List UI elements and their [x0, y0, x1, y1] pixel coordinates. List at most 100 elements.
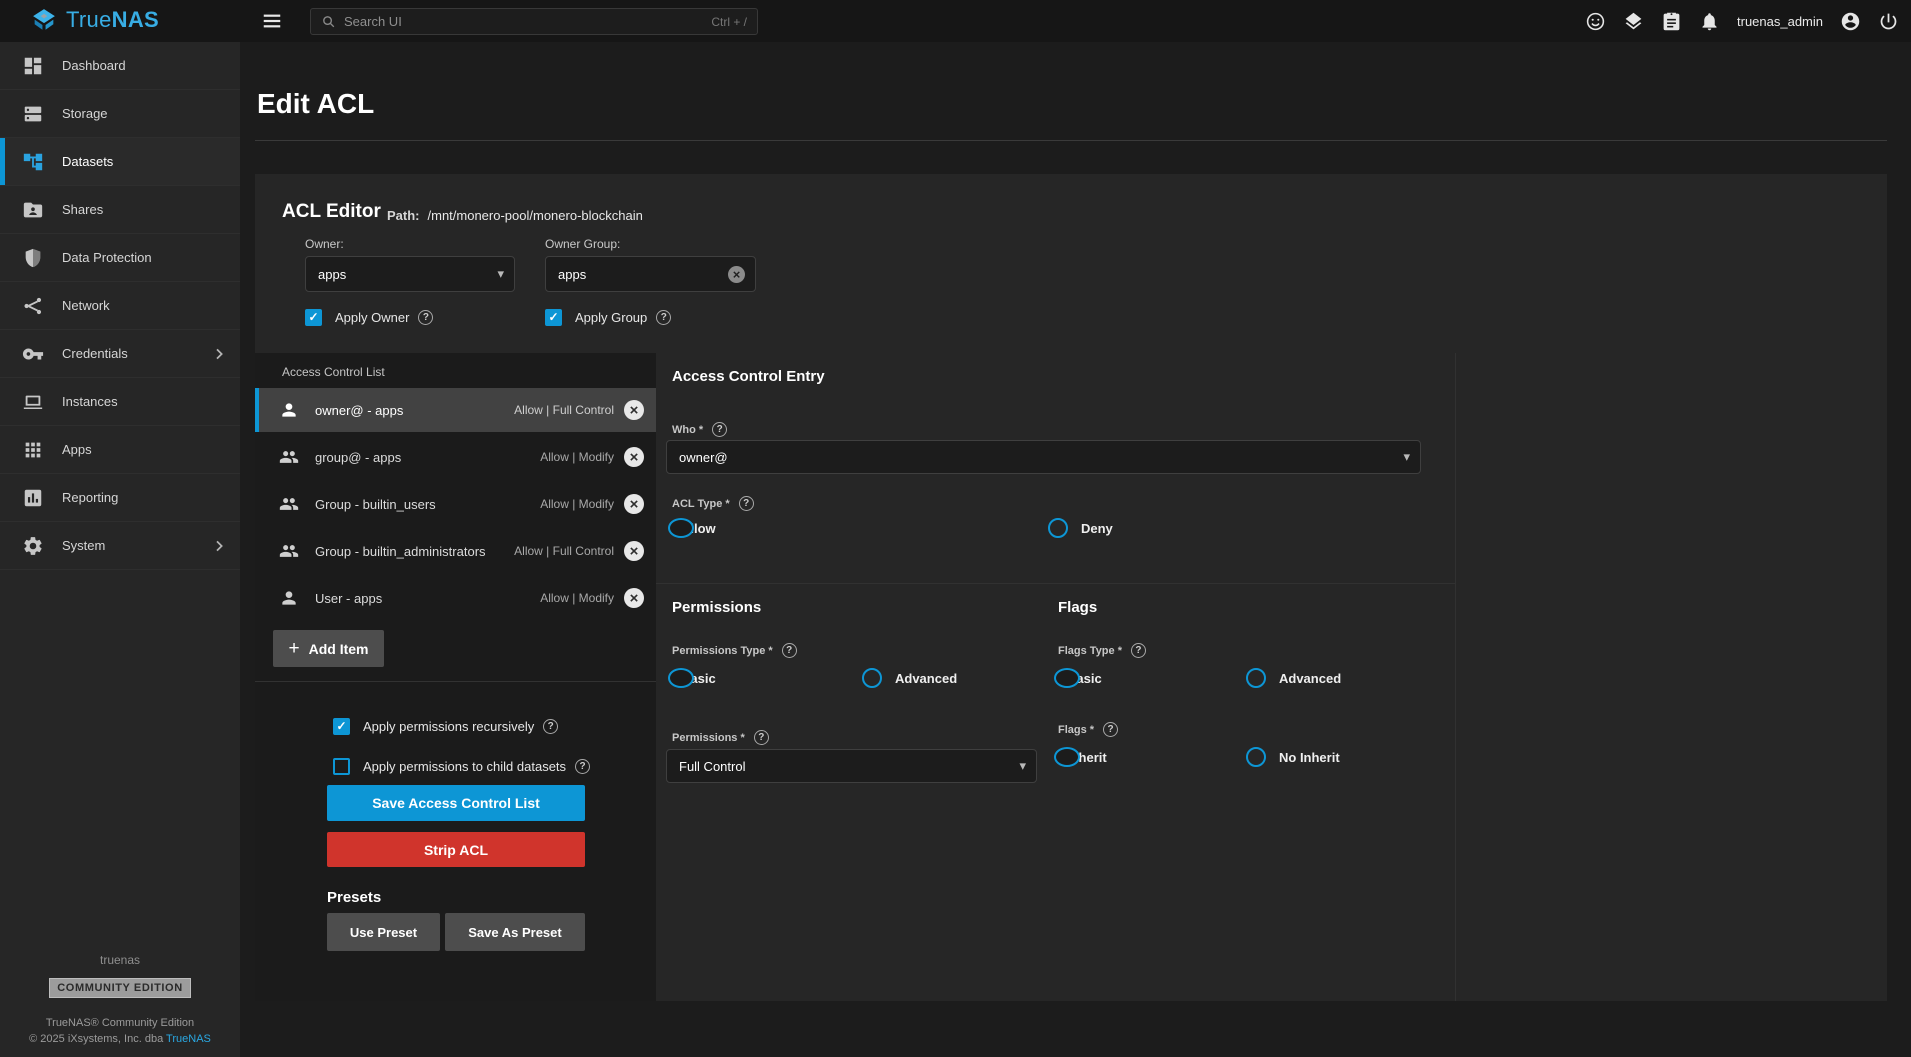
child-datasets-checkbox[interactable]	[333, 758, 350, 775]
help-icon[interactable]: ?	[656, 310, 671, 325]
sidebar-item-system[interactable]: System	[0, 522, 240, 570]
who-label: Who * ?	[672, 422, 727, 437]
chevron-right-icon	[211, 538, 227, 554]
radio-option-basic[interactable]: Basic	[668, 671, 862, 686]
acl-entry-permission: Allow | Full Control	[514, 544, 614, 558]
apply-group-label: Apply Group	[575, 310, 647, 325]
gear-icon	[22, 535, 44, 557]
radio-option-advanced[interactable]: Advanced	[862, 668, 977, 688]
sidebar-item-storage[interactable]: Storage	[0, 90, 240, 138]
radio-icon	[668, 668, 694, 688]
flags-radio-group: InheritNo Inherit	[1054, 747, 1360, 767]
acl-entry-row[interactable]: Group - builtin_usersAllow | Modify×	[255, 482, 656, 526]
truecommand-stack-icon[interactable]	[1623, 11, 1644, 32]
radio-icon	[1054, 747, 1080, 767]
acl-entry-row[interactable]: Group - builtin_administrators Allow | Fu…	[255, 529, 656, 573]
hamburger-menu-icon[interactable]	[261, 10, 283, 32]
radio-icon	[1048, 518, 1068, 538]
account-icon[interactable]	[1840, 11, 1861, 32]
help-icon[interactable]: ?	[712, 422, 727, 437]
acl-entry-who: Group - builtin_users	[315, 497, 436, 512]
sidebar-item-apps[interactable]: Apps	[0, 426, 240, 474]
clear-icon[interactable]: ×	[728, 266, 745, 283]
global-search[interactable]: Ctrl + /	[310, 8, 758, 35]
chevron-down-icon: ▾	[1403, 449, 1410, 465]
sidebar-item-label: Storage	[62, 106, 108, 121]
radio-option-deny[interactable]: Deny	[1048, 518, 1133, 538]
remove-entry-icon[interactable]: ×	[624, 541, 644, 561]
radio-option-allow[interactable]: Allow	[668, 521, 1048, 536]
radio-option-advanced[interactable]: Advanced	[1246, 668, 1361, 688]
radio-option-no-inherit[interactable]: No Inherit	[1246, 747, 1360, 767]
dashboard-icon	[22, 55, 44, 77]
sidebar-item-label: Apps	[62, 442, 92, 457]
sidebar-item-reporting[interactable]: Reporting	[0, 474, 240, 522]
acl-entry-row[interactable]: group@ - appsAllow | Modify×	[255, 435, 656, 479]
apply-owner-checkbox[interactable]: ✓	[305, 309, 322, 326]
help-icon[interactable]: ?	[782, 643, 797, 658]
help-icon[interactable]: ?	[575, 759, 590, 774]
help-icon[interactable]: ?	[754, 730, 769, 745]
strip-acl-button[interactable]: Strip ACL	[327, 832, 585, 867]
apply-group-checkbox[interactable]: ✓	[545, 309, 562, 326]
section-divider	[656, 583, 1455, 584]
radio-icon	[862, 668, 882, 688]
alerts-bell-icon[interactable]	[1699, 11, 1720, 32]
sidebar-item-data-protection[interactable]: Data Protection	[0, 234, 240, 282]
group-icon	[279, 494, 299, 514]
truenas-logo[interactable]: TrueNAS	[30, 7, 159, 33]
search-input[interactable]	[344, 14, 711, 29]
sidebar-item-dashboard[interactable]: Dashboard	[0, 42, 240, 90]
path-label: Path:	[387, 208, 420, 223]
owner-select[interactable]: apps ▾	[305, 256, 515, 292]
child-datasets-row: Apply permissions to child datasets ?	[333, 757, 590, 775]
sidebar-item-label: Datasets	[62, 154, 113, 169]
sidebar-item-datasets[interactable]: Datasets	[0, 138, 240, 186]
add-item-button[interactable]: + Add Item	[273, 630, 384, 667]
feedback-smiley-icon[interactable]	[1585, 11, 1606, 32]
remove-entry-icon[interactable]: ×	[624, 400, 644, 420]
datasets-icon	[22, 151, 44, 173]
acl-entry-row[interactable]: owner@ - appsAllow | Full Control×	[255, 388, 656, 432]
help-icon[interactable]: ?	[418, 310, 433, 325]
path-row: Path: /mnt/monero-pool/monero-blockchain	[387, 208, 643, 223]
remove-entry-icon[interactable]: ×	[624, 494, 644, 514]
truenas-logo-text: TrueNAS	[66, 7, 159, 33]
community-edition-badge: COMMUNITY EDITION	[49, 978, 191, 998]
radio-icon	[1054, 668, 1080, 688]
help-icon[interactable]: ?	[543, 719, 558, 734]
help-icon[interactable]: ?	[1131, 643, 1146, 658]
help-icon[interactable]: ?	[739, 496, 754, 511]
acl-list-title: Access Control List	[282, 365, 385, 379]
acl-entry-who: Group - builtin_administrators	[315, 544, 486, 559]
sidebar-item-instances[interactable]: Instances	[0, 378, 240, 426]
remove-entry-icon[interactable]: ×	[624, 588, 644, 608]
who-select[interactable]: owner@ ▾	[666, 440, 1421, 474]
save-as-preset-button[interactable]: Save As Preset	[445, 913, 585, 951]
truenas-link[interactable]: TrueNAS	[166, 1033, 211, 1045]
radio-option-basic[interactable]: Basic	[1054, 671, 1246, 686]
sidebar: Dashboard Storage Datasets SharesData Prote…	[0, 42, 240, 1057]
help-icon[interactable]: ?	[1103, 722, 1118, 737]
owner-group-input[interactable]: apps ×	[545, 256, 756, 292]
use-preset-button[interactable]: Use Preset	[327, 913, 440, 951]
presets-title: Presets	[327, 889, 381, 906]
radio-icon	[668, 518, 694, 538]
sidebar-item-network[interactable]: Network	[0, 282, 240, 330]
acl-entry-row[interactable]: User - appsAllow | Modify×	[255, 576, 656, 620]
save-acl-button[interactable]: Save Access Control List	[327, 785, 585, 821]
power-icon[interactable]	[1878, 11, 1899, 32]
permissions-label: Permissions * ?	[672, 730, 769, 745]
recursive-checkbox[interactable]: ✓	[333, 718, 350, 735]
sidebar-item-credentials[interactable]: Credentials	[0, 330, 240, 378]
acl-entry-who: group@ - apps	[315, 450, 401, 465]
radio-option-inherit[interactable]: Inherit	[1054, 750, 1246, 765]
remove-entry-icon[interactable]: ×	[624, 447, 644, 467]
permissions-select[interactable]: Full Control ▾	[666, 749, 1037, 783]
chevron-right-icon	[211, 346, 227, 362]
acl-type-radio-group: AllowDeny	[668, 518, 1133, 538]
jobs-clipboard-icon[interactable]	[1661, 11, 1682, 32]
sidebar-item-shares[interactable]: Shares	[0, 186, 240, 234]
shares-icon	[22, 199, 44, 221]
network-icon	[22, 295, 44, 317]
